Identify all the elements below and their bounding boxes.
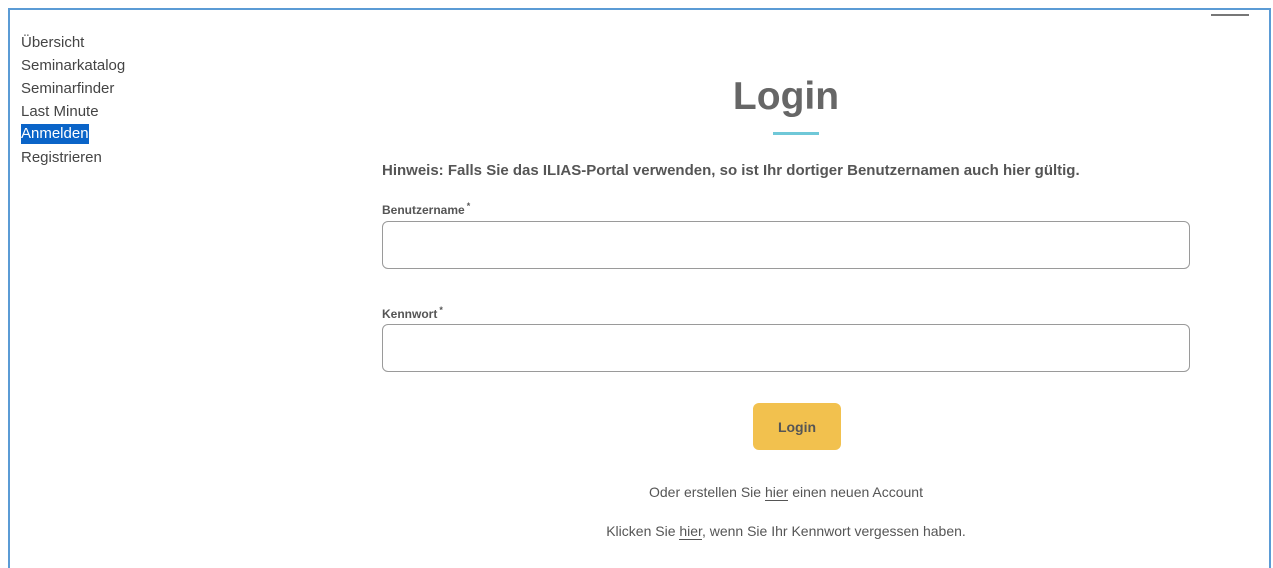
sidebar-item-last-minute[interactable]: Last Minute — [21, 100, 125, 123]
title-underline — [773, 132, 819, 135]
forgot-password-link[interactable]: hier — [679, 523, 702, 540]
password-label: Kennwort * — [382, 305, 443, 321]
create-account-link[interactable]: hier — [764, 484, 789, 501]
menu-line — [1211, 14, 1249, 16]
sidebar-nav: Übersicht Seminarkatalog Seminarfinder L… — [21, 31, 125, 169]
required-marker: * — [439, 305, 443, 315]
username-label: Benutzername * — [382, 201, 471, 217]
password-input[interactable] — [382, 324, 1190, 372]
forgot-password-text: Klicken Sie hier, wenn Sie Ihr Kennwort … — [606, 523, 966, 540]
ilias-hint: Hinweis: Falls Sie das ILIAS-Portal verw… — [382, 162, 1080, 179]
sidebar-item-seminarfinder[interactable]: Seminarfinder — [21, 77, 125, 100]
sidebar-item-seminarkatalog[interactable]: Seminarkatalog — [21, 54, 125, 77]
login-button[interactable]: Login — [753, 403, 841, 450]
sidebar-item-registrieren[interactable]: Registrieren — [21, 146, 125, 169]
sidebar-item-uebersicht[interactable]: Übersicht — [21, 31, 125, 54]
page-title: Login — [732, 75, 840, 118]
sidebar-item-anmelden[interactable]: Anmelden — [21, 124, 89, 144]
required-marker: * — [466, 201, 471, 211]
create-account-text: Oder erstellen Sie hier einen neuen Acco… — [649, 484, 923, 501]
username-input[interactable] — [382, 221, 1190, 269]
